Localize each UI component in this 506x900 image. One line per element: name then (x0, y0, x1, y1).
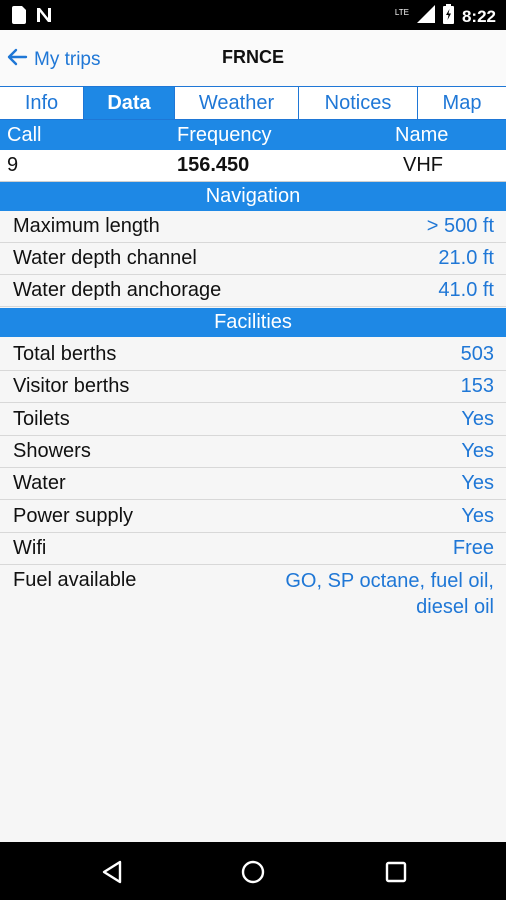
row-value: Free (452, 537, 494, 559)
navigation-section-header: Navigation (0, 182, 506, 211)
app-header: My trips FRNCE (0, 30, 506, 86)
call-value: 9 (7, 154, 19, 176)
battery-icon (442, 4, 454, 29)
call-table-row: 9 156.450 VHF (0, 150, 506, 182)
n-app-icon (36, 7, 52, 28)
row-label: Total berths (13, 343, 117, 365)
facilities-row: Wifi Free (0, 533, 506, 565)
facilities-row: Water Yes (0, 468, 506, 500)
row-value: 153 (460, 375, 494, 397)
row-value: Yes (461, 472, 494, 494)
navigation-row: Maximum length > 500 ft (0, 211, 506, 243)
tab-map[interactable]: Map (418, 87, 506, 119)
row-value: GO, SP octane, fuel oil, diesel oil (285, 568, 494, 620)
row-label: Water (13, 472, 66, 494)
row-value: > 500 ft (426, 215, 494, 237)
sim-card-icon (12, 6, 26, 29)
nav-home-icon[interactable] (240, 859, 266, 885)
facilities-row: Toilets Yes (0, 404, 506, 436)
frequency-value: 156.450 (177, 154, 250, 176)
row-value: Yes (461, 440, 494, 462)
tab-data[interactable]: Data (84, 87, 175, 119)
status-bar-left (12, 6, 52, 29)
row-value: 41.0 ft (438, 279, 494, 301)
system-nav-bar (0, 842, 506, 900)
clock: 8:22 (461, 6, 496, 26)
facilities-row: Showers Yes (0, 436, 506, 468)
signal-icon (416, 5, 435, 28)
tab-notices[interactable]: Notices (299, 87, 418, 119)
facilities-row: Total berths 503 (0, 339, 506, 371)
facilities-row: Visitor berths 153 (0, 371, 506, 403)
nav-recents-icon[interactable] (383, 859, 409, 885)
row-value: Yes (461, 408, 494, 430)
row-label: Wifi (13, 537, 47, 559)
row-value: 503 (460, 343, 494, 365)
name-value: VHF (403, 154, 443, 176)
frequency-column-header: Frequency (177, 124, 272, 146)
row-label: Fuel available (13, 569, 137, 591)
tab-bar: Info Data Weather Notices Map (0, 86, 506, 120)
fuel-value-line-1: GO, SP octane, fuel oil, (285, 570, 494, 592)
row-value: 21.0 ft (438, 247, 494, 269)
row-value: Yes (461, 505, 494, 527)
row-label: Water depth channel (13, 247, 197, 269)
facilities-section-header: Facilities (0, 308, 506, 337)
fuel-value-line-2: diesel oil (416, 596, 494, 618)
row-label: Maximum length (13, 215, 160, 237)
call-table-header: Call Frequency Name (0, 120, 506, 150)
name-column-header: Name (395, 124, 449, 146)
page-title: FRNCE (222, 47, 284, 67)
call-column-header: Call (7, 124, 42, 146)
row-label: Toilets (13, 408, 70, 430)
facilities-row: Power supply Yes (0, 501, 506, 533)
navigation-row: Water depth anchorage 41.0 ft (0, 275, 506, 307)
tab-weather[interactable]: Weather (175, 87, 299, 119)
nav-back-icon[interactable] (100, 859, 126, 885)
row-label: Water depth anchorage (13, 279, 222, 301)
network-type: LTE (394, 8, 409, 17)
tab-info[interactable]: Info (0, 87, 84, 119)
status-bar: LTE 8:22 (0, 0, 506, 30)
facilities-row-fuel: Fuel available GO, SP octane, fuel oil, … (0, 565, 506, 629)
row-label: Visitor berths (13, 375, 130, 397)
row-label: Showers (13, 440, 91, 462)
status-bar-right: LTE 8:22 (395, 4, 496, 29)
row-label: Power supply (13, 505, 134, 527)
navigation-row: Water depth channel 21.0 ft (0, 243, 506, 275)
